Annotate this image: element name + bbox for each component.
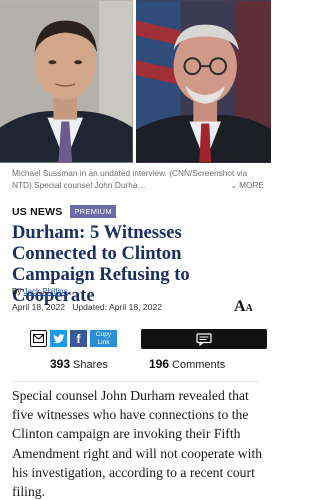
section-header: US NEWS PREMIUM <box>12 205 116 218</box>
byline-prefix: By <box>12 287 22 296</box>
copy-link-label: Copy Link <box>95 331 112 346</box>
email-share-button[interactable] <box>30 330 47 347</box>
shares-label: Shares <box>73 359 108 371</box>
caption-more-button[interactable]: ⌄ MORE <box>227 179 264 191</box>
comments-count: 196 Comments <box>149 357 225 371</box>
author-link[interactable]: Jack Phillips <box>24 287 68 296</box>
twitter-share-button[interactable] <box>50 330 67 347</box>
byline: By Jack Phillips <box>12 287 68 296</box>
article-body-paragraph: Special counsel John Durham revealed tha… <box>12 388 263 500</box>
envelope-icon <box>33 334 44 343</box>
photo-michael-sussman <box>0 0 133 163</box>
chevron-down-icon: ⌄ <box>230 180 238 190</box>
copy-link-button[interactable]: Copy Link <box>90 330 117 347</box>
facebook-share-button[interactable]: f <box>70 330 87 347</box>
font-size-button[interactable]: AA <box>234 298 253 316</box>
comments-number: 196 <box>149 357 170 371</box>
comments-button[interactable] <box>141 329 267 349</box>
section-link-us-news[interactable]: US NEWS <box>12 206 62 218</box>
chat-bubble-icon <box>196 332 212 346</box>
photo-caption: Michael Sussman in an undated interview.… <box>12 168 264 191</box>
share-bar: f Copy Link <box>30 330 117 347</box>
hero-image[interactable] <box>0 0 271 163</box>
portrait-illustration-left <box>0 0 133 163</box>
caption-text: Michael Sussman in an undated interview.… <box>12 168 248 190</box>
shares-number: 393 <box>50 357 71 371</box>
premium-badge: PREMIUM <box>70 205 116 218</box>
comments-label: Comments <box>172 359 226 371</box>
photo-john-durham <box>135 0 271 163</box>
twitter-bird-icon <box>53 333 64 343</box>
font-size-icon: AA <box>234 298 253 315</box>
facebook-f-icon: f <box>76 331 81 346</box>
caption-more-label: MORE <box>239 179 264 190</box>
divider <box>12 381 259 382</box>
portrait-illustration-right <box>135 0 271 163</box>
shares-count: 393 Shares <box>50 357 108 371</box>
publish-dates: April 18, 2022 Updated: April 18, 2022 <box>12 302 163 312</box>
